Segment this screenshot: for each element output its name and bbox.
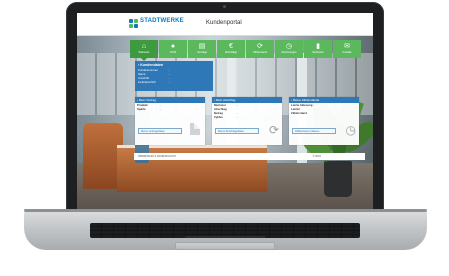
card-row: Letzter Zählerstand...	[291, 107, 316, 115]
clock-icon: ◷	[345, 123, 356, 137]
nav-label: Abschläge	[224, 51, 238, 54]
spacebar	[185, 236, 265, 238]
nav-item-verbrauch[interactable]: ▮ Verbrauch	[304, 40, 332, 58]
card-row: Sparte...	[137, 107, 162, 111]
user-icon: ●	[170, 43, 176, 50]
copyright-text: © 2021	[312, 155, 321, 158]
touchpad	[175, 242, 275, 250]
nav-label: Verträge	[197, 51, 207, 54]
page-title: Kundenportal	[206, 20, 242, 26]
customer-info-panel: › Kundendaten Kundennummer... Name... An…	[135, 61, 213, 91]
home-icon: ⌂	[141, 43, 147, 50]
nav-item-profil[interactable]: ● Profil	[159, 40, 187, 58]
imprint-link[interactable]: IMPRESSUM & DATENSCHUTZ	[138, 155, 176, 158]
webcam	[223, 5, 226, 8]
customer-info-title: › Kundendaten	[138, 63, 164, 67]
contract-details-button[interactable]: Meine Vertragsdaten	[138, 128, 182, 134]
mail-icon: ✉	[344, 43, 350, 50]
nav-label: Verbrauch	[312, 51, 324, 54]
meter-reading-card: › Meine Zählerstände Letzte Ablesung... …	[289, 97, 359, 145]
nav-item-startseite[interactable]: ⌂ Startseite	[130, 40, 158, 61]
installment-details-button[interactable]: Meine Abschlagsdaten	[215, 128, 259, 134]
nav-label: Startseite	[138, 51, 150, 54]
main-navigation: ⌂ Startseite ● Profil ▤ Verträge € Absch…	[130, 40, 361, 61]
card-row: Zyklus...	[214, 115, 239, 119]
nav-item-vertraege[interactable]: ▤ Verträge	[188, 40, 216, 58]
document-icon	[190, 123, 200, 135]
refresh-icon: ⟳	[257, 43, 263, 50]
enter-meter-reading-button[interactable]: Zählerstand erfassen	[292, 128, 336, 134]
nav-label: Rechnungen	[281, 51, 297, 54]
card-row: Nächster Abschlag...	[214, 103, 239, 111]
euro-icon: €	[229, 43, 233, 50]
bar-chart-icon: ▮	[316, 43, 320, 50]
clock-icon: ◷	[285, 43, 293, 50]
logo-mark-icon	[129, 18, 138, 28]
laptop-screen: STADTWERKE ... Kundenportal ⌂ Startseite…	[77, 13, 373, 209]
contract-card: › Mein Vertrag Produkt... Sparte... Mein…	[135, 97, 205, 145]
nav-label: Kontakt	[342, 51, 352, 54]
brand-name: STADTWERKE	[140, 18, 184, 24]
plant-pot	[324, 161, 352, 197]
nav-item-zaehlerstand[interactable]: ⟳ Zählerstand	[246, 40, 274, 58]
portal-footer: IMPRESSUM & DATENSCHUTZ © 2021	[134, 153, 365, 160]
brand-subtitle: ...	[140, 24, 143, 28]
nav-label: Zählerstand	[253, 51, 267, 54]
info-row: Lieferanschrift...	[138, 80, 171, 84]
nav-label: Profil	[170, 51, 176, 54]
refresh-icon: ⟳	[268, 123, 279, 137]
installment-card: › Mein Abschlag Nächster Abschlag... Bet…	[212, 97, 282, 145]
nav-item-kontakt[interactable]: ✉ Kontakt	[333, 40, 361, 58]
nav-item-abschlaege[interactable]: € Abschläge	[217, 40, 245, 58]
laptop-hinge	[24, 209, 427, 212]
brand-logo[interactable]: STADTWERKE ...	[129, 18, 184, 28]
nav-item-rechnungen[interactable]: ◷ Rechnungen	[275, 40, 303, 58]
portal-header: STADTWERKE ... Kundenportal	[77, 13, 373, 36]
document-icon: ▤	[198, 43, 206, 50]
